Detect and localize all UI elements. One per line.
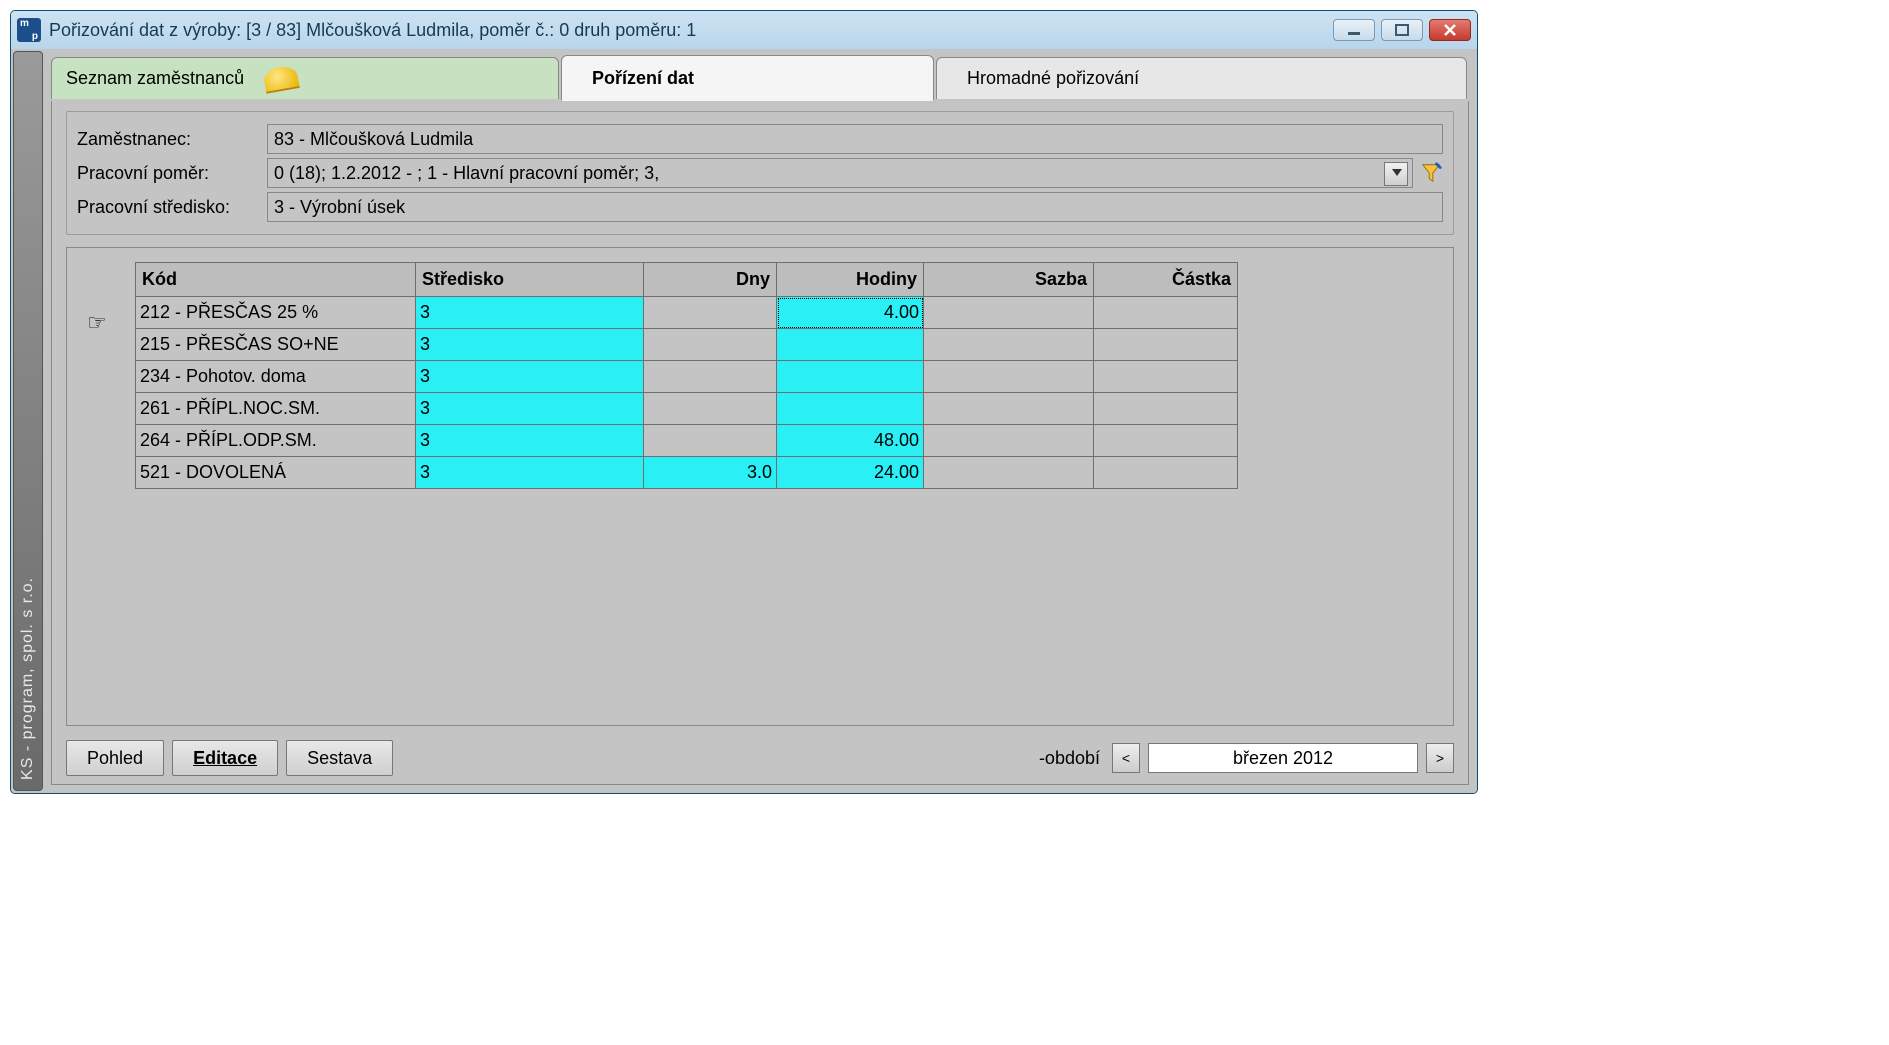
cell-kod[interactable]: 521 - DOVOLENÁ	[136, 457, 416, 489]
cell-kod[interactable]: 215 - PŘESČAS SO+NE	[136, 329, 416, 361]
cell-hodiny[interactable]: 48.00	[777, 425, 924, 457]
employee-field[interactable]: 83 - Mlčoušková Ludmila	[267, 124, 1443, 154]
center-value: 3 - Výrobní úsek	[274, 197, 405, 218]
cell-stredisko[interactable]: 3	[416, 329, 644, 361]
cell-sazba[interactable]	[924, 329, 1094, 361]
cell-stredisko[interactable]: 3	[416, 393, 644, 425]
tab3-label: Hromadné pořizování	[967, 68, 1139, 89]
cell-dny[interactable]: 3.0	[644, 457, 777, 489]
cell-hodiny[interactable]	[777, 329, 924, 361]
work-ratio-combo[interactable]: 0 (18); 1.2.2012 - ; 1 - Hlavní pracovní…	[267, 158, 1413, 188]
minimize-icon	[1346, 24, 1362, 36]
cell-hodiny[interactable]	[777, 393, 924, 425]
table-row[interactable]: 264 - PŘÍPL.ODP.SM.3 48.00	[136, 425, 1238, 457]
cell-stredisko[interactable]: 3	[416, 361, 644, 393]
client-area: KS - program, spol. s r.o. Seznam zaměst…	[11, 49, 1477, 793]
cell-castka[interactable]	[1094, 393, 1238, 425]
center-label: Pracovní středisko:	[77, 197, 267, 218]
table-row[interactable]: 215 - PŘESČAS SO+NE3	[136, 329, 1238, 361]
cell-dny[interactable]	[644, 329, 777, 361]
edit-button[interactable]: Editace	[172, 740, 278, 776]
col-castka[interactable]: Částka	[1094, 263, 1238, 297]
cell-kod[interactable]: 212 - PŘESČAS 25 %	[136, 297, 416, 329]
content-pane: Seznam zaměstnanců Pořízení dat Hromadné…	[51, 51, 1475, 791]
table-row[interactable]: 261 - PŘÍPL.NOC.SM.3	[136, 393, 1238, 425]
cell-sazba[interactable]	[924, 297, 1094, 329]
employee-value: 83 - Mlčoušková Ludmila	[274, 129, 473, 150]
window-controls	[1333, 19, 1471, 41]
chevron-down-icon	[1392, 169, 1402, 176]
col-str[interactable]: Středisko	[416, 263, 644, 297]
current-row-icon: ☞	[87, 310, 107, 336]
minimize-button[interactable]	[1333, 19, 1375, 41]
cell-castka[interactable]	[1094, 329, 1238, 361]
cell-hodiny[interactable]: 24.00	[777, 457, 924, 489]
cell-castka[interactable]	[1094, 457, 1238, 489]
table-row[interactable]: 521 - DOVOLENÁ33.024.00	[136, 457, 1238, 489]
cell-kod[interactable]: 234 - Pohotov. doma	[136, 361, 416, 393]
app-icon	[17, 18, 41, 42]
tab2-label: Pořízení dat	[592, 68, 694, 89]
tab-data-entry[interactable]: Pořízení dat	[561, 55, 934, 101]
col-sazba[interactable]: Sazba	[924, 263, 1094, 297]
cell-stredisko[interactable]: 3	[416, 425, 644, 457]
tab-bulk-entry[interactable]: Hromadné pořizování	[936, 57, 1467, 99]
tab-pane: Zaměstnanec: 83 - Mlčoušková Ludmila Pra…	[51, 101, 1469, 785]
view-button[interactable]: Pohled	[66, 740, 164, 776]
cell-sazba[interactable]	[924, 425, 1094, 457]
col-hod[interactable]: Hodiny	[777, 263, 924, 297]
cell-hodiny[interactable]: 4.00	[777, 297, 924, 329]
cell-castka[interactable]	[1094, 425, 1238, 457]
cell-dny[interactable]	[644, 393, 777, 425]
cell-castka[interactable]	[1094, 297, 1238, 329]
cell-kod[interactable]: 261 - PŘÍPL.NOC.SM.	[136, 393, 416, 425]
funnel-icon	[1420, 162, 1442, 184]
tab-employee-list[interactable]: Seznam zaměstnanců	[51, 57, 559, 99]
work-center-field[interactable]: 3 - Výrobní úsek	[267, 192, 1443, 222]
side-strip-text: KS - program, spol. s r.o.	[19, 577, 37, 780]
cell-dny[interactable]	[644, 361, 777, 393]
app-window: Pořizování dat z výroby: [3 / 83] Mlčouš…	[10, 10, 1478, 794]
filter-button[interactable]	[1419, 160, 1443, 186]
data-grid[interactable]: Kód Středisko Dny Hodiny Sazba Částka 21…	[135, 262, 1238, 489]
ratio-label: Pracovní poměr:	[77, 163, 267, 184]
ratio-value: 0 (18); 1.2.2012 - ; 1 - Hlavní pracovní…	[274, 163, 659, 184]
employee-label: Zaměstnanec:	[77, 129, 267, 150]
grid-container: ☞ Kód Středisko Dny Hodiny Sazba Částka	[66, 247, 1454, 726]
cell-stredisko[interactable]: 3	[416, 297, 644, 329]
period-label: -období	[1039, 748, 1100, 769]
close-button[interactable]	[1429, 19, 1471, 41]
prev-period-button[interactable]: <	[1112, 743, 1140, 773]
cell-dny[interactable]	[644, 297, 777, 329]
bottom-bar: Pohled Editace Sestava -období < březen …	[52, 736, 1468, 784]
next-period-button[interactable]: >	[1426, 743, 1454, 773]
info-box: Zaměstnanec: 83 - Mlčoušková Ludmila Pra…	[66, 111, 1454, 235]
col-dny[interactable]: Dny	[644, 263, 777, 297]
maximize-icon	[1394, 24, 1410, 36]
window-title: Pořizování dat z výroby: [3 / 83] Mlčouš…	[49, 20, 1333, 41]
side-strip: KS - program, spol. s r.o.	[13, 51, 43, 791]
table-row[interactable]: 212 - PŘESČAS 25 %3 4.00	[136, 297, 1238, 329]
col-kod[interactable]: Kód	[136, 263, 416, 297]
cell-sazba[interactable]	[924, 361, 1094, 393]
tab1-label: Seznam zaměstnanců	[66, 68, 244, 89]
cell-dny[interactable]	[644, 425, 777, 457]
cell-sazba[interactable]	[924, 457, 1094, 489]
cell-stredisko[interactable]: 3	[416, 457, 644, 489]
tab-strip: Seznam zaměstnanců Pořízení dat Hromadné…	[51, 55, 1469, 101]
report-button[interactable]: Sestava	[286, 740, 393, 776]
titlebar: Pořizování dat z výroby: [3 / 83] Mlčouš…	[11, 11, 1477, 49]
cell-kod[interactable]: 264 - PŘÍPL.ODP.SM.	[136, 425, 416, 457]
cell-hodiny[interactable]	[777, 361, 924, 393]
table-row[interactable]: 234 - Pohotov. doma3	[136, 361, 1238, 393]
cell-sazba[interactable]	[924, 393, 1094, 425]
fan-icon	[262, 64, 300, 94]
cell-castka[interactable]	[1094, 361, 1238, 393]
maximize-button[interactable]	[1381, 19, 1423, 41]
close-icon	[1443, 24, 1457, 36]
period-field[interactable]: březen 2012	[1148, 743, 1418, 773]
